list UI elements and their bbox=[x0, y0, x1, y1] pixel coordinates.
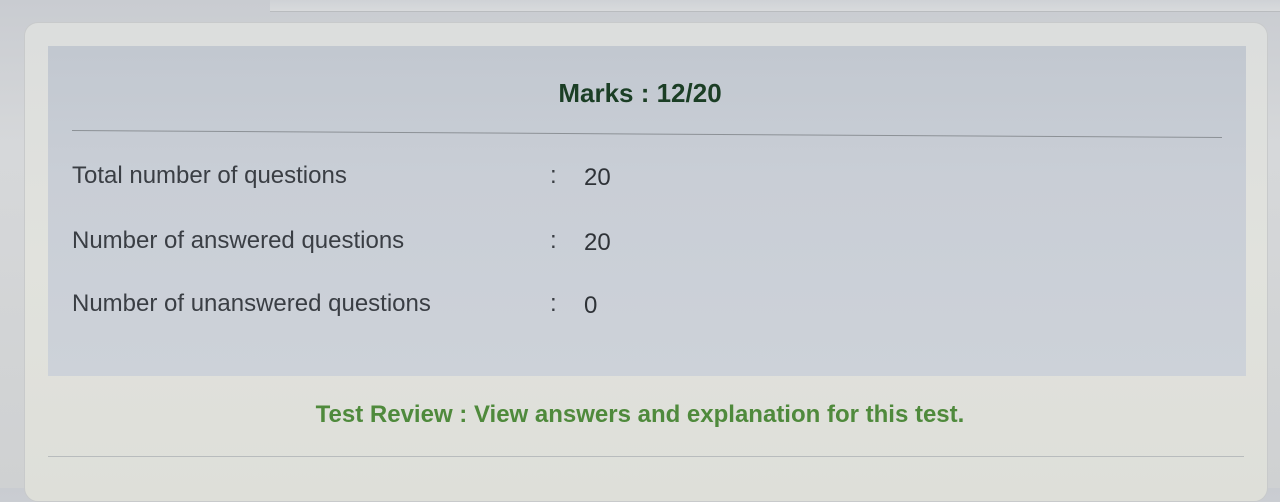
marks-title: Marks : 12/20 bbox=[558, 78, 722, 108]
stat-row-total: Total number of questions : 20 bbox=[72, 162, 672, 194]
stat-row-answered: Number of answered questions : 20 bbox=[72, 227, 672, 259]
test-review-link[interactable]: Test Review : View answers and explanati… bbox=[0, 401, 1280, 429]
stat-colon: : bbox=[550, 162, 557, 189]
stat-label: Number of answered questions bbox=[72, 227, 405, 254]
stat-label: Total number of questions bbox=[72, 162, 347, 189]
stat-colon: : bbox=[550, 227, 557, 254]
bottom-divider bbox=[48, 456, 1244, 457]
stat-value: 0 bbox=[584, 292, 598, 319]
browser-edge bbox=[270, 0, 1280, 12]
stat-row-unanswered: Number of unanswered questions : 0 bbox=[72, 290, 672, 322]
stat-colon: : bbox=[550, 290, 557, 317]
stat-label: Number of unanswered questions bbox=[72, 290, 431, 317]
stat-value: 20 bbox=[584, 229, 611, 256]
stat-value: 20 bbox=[584, 164, 611, 191]
